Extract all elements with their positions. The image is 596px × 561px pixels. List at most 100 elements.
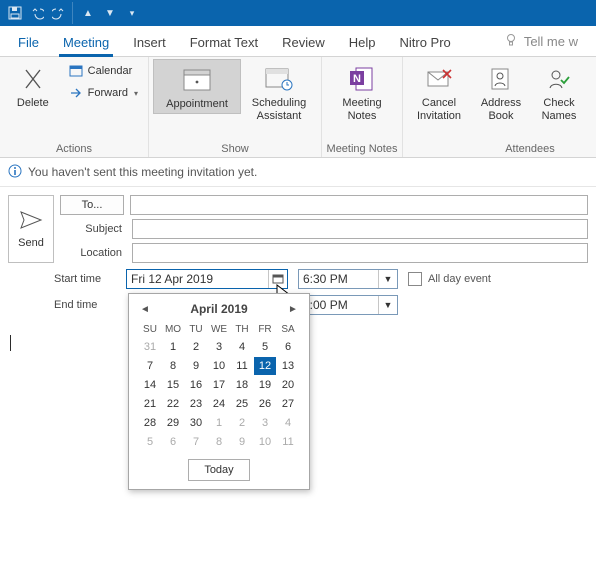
date-cell[interactable]: 3 <box>208 338 230 356</box>
start-time-dropdown-button[interactable]: ▼ <box>378 270 397 288</box>
date-cell[interactable]: 30 <box>185 414 207 432</box>
date-cell[interactable]: 14 <box>139 376 161 394</box>
scheduling-assistant-button[interactable]: Scheduling Assistant <box>241 59 317 124</box>
delete-button[interactable]: Delete <box>4 59 62 112</box>
date-cell[interactable]: 5 <box>254 338 276 356</box>
all-day-checkbox[interactable]: All day event <box>408 272 491 286</box>
date-cell[interactable]: 29 <box>162 414 184 432</box>
date-cell[interactable]: 8 <box>162 357 184 375</box>
date-cell[interactable]: 16 <box>185 376 207 394</box>
date-cell[interactable]: 7 <box>185 433 207 451</box>
check-names-label: Check Names <box>542 97 577 122</box>
date-cell[interactable]: 23 <box>185 395 207 413</box>
date-cell[interactable]: 6 <box>162 433 184 451</box>
calendar-button[interactable]: Calendar <box>64 61 142 81</box>
prev-month-button[interactable]: ◄ <box>139 304 151 315</box>
ribbon-tabs: File Meeting Insert Format Text Review H… <box>0 26 596 57</box>
end-time-label: End time <box>54 299 116 311</box>
date-cell[interactable]: 4 <box>231 338 253 356</box>
dow-header: SU <box>139 322 161 337</box>
date-cell[interactable]: 10 <box>254 433 276 451</box>
tab-help[interactable]: Help <box>339 29 386 56</box>
undo-icon[interactable] <box>26 2 48 24</box>
date-cell[interactable]: 3 <box>254 414 276 432</box>
next-month-button[interactable]: ► <box>287 304 299 315</box>
appointment-icon <box>181 64 213 96</box>
start-time-combo[interactable]: 6:30 PM ▼ <box>298 269 398 289</box>
date-cell[interactable]: 27 <box>277 395 299 413</box>
save-icon[interactable] <box>4 2 26 24</box>
dow-header: TH <box>231 322 253 337</box>
date-cell[interactable]: 17 <box>208 376 230 394</box>
location-label: Location <box>60 247 126 259</box>
date-cell[interactable]: 19 <box>254 376 276 394</box>
date-cell[interactable]: 7 <box>139 357 161 375</box>
date-cell[interactable]: 1 <box>208 414 230 432</box>
date-cell[interactable]: 24 <box>208 395 230 413</box>
start-date-combo[interactable]: Fri 12 Apr 2019 <box>126 269 288 289</box>
date-cell[interactable]: 22 <box>162 395 184 413</box>
location-field[interactable] <box>132 243 588 263</box>
date-cell[interactable]: 10 <box>208 357 230 375</box>
address-book-button[interactable]: Address Book <box>471 59 531 124</box>
date-cell[interactable]: 26 <box>254 395 276 413</box>
date-cell[interactable]: 18 <box>231 376 253 394</box>
date-cell[interactable]: 28 <box>139 414 161 432</box>
tab-review[interactable]: Review <box>272 29 335 56</box>
date-cell[interactable]: 31 <box>139 338 161 356</box>
forward-button[interactable]: Forward ▾ <box>64 83 142 103</box>
end-time-dropdown-button[interactable]: ▼ <box>378 296 397 314</box>
tell-me[interactable]: Tell me w <box>494 27 588 56</box>
next-item-icon[interactable]: ▼ <box>99 2 121 24</box>
text-cursor <box>10 335 11 351</box>
date-cell[interactable]: 1 <box>162 338 184 356</box>
check-names-button[interactable]: Check Names <box>531 59 587 124</box>
end-time-combo[interactable]: 7:00 PM ▼ <box>298 295 398 315</box>
tab-meeting[interactable]: Meeting <box>53 29 119 56</box>
date-cell[interactable]: 12 <box>254 357 276 375</box>
redo-icon[interactable] <box>48 2 70 24</box>
date-picker-title: April 2019 <box>190 302 247 316</box>
start-time-value[interactable]: 6:30 PM <box>299 271 378 287</box>
date-cell[interactable]: 9 <box>185 357 207 375</box>
tab-format-text[interactable]: Format Text <box>180 29 268 56</box>
dow-header: WE <box>208 322 230 337</box>
date-cell[interactable]: 2 <box>231 414 253 432</box>
end-time-value[interactable]: 7:00 PM <box>299 297 378 313</box>
response-options-button[interactable]: Response Options <box>587 59 596 124</box>
date-cell[interactable]: 9 <box>231 433 253 451</box>
date-cell[interactable]: 25 <box>231 395 253 413</box>
date-cell[interactable]: 2 <box>185 338 207 356</box>
to-button[interactable]: To... <box>60 195 124 215</box>
date-cell[interactable]: 6 <box>277 338 299 356</box>
delete-icon <box>17 63 49 95</box>
date-cell[interactable]: 21 <box>139 395 161 413</box>
cancel-invitation-button[interactable]: Cancel Invitation <box>407 59 471 124</box>
date-cell[interactable]: 13 <box>277 357 299 375</box>
today-button[interactable]: Today <box>188 459 250 481</box>
start-date-value[interactable]: Fri 12 Apr 2019 <box>127 271 268 287</box>
prev-item-icon[interactable]: ▲ <box>72 2 99 24</box>
date-cell[interactable]: 11 <box>277 433 299 451</box>
tab-insert[interactable]: Insert <box>123 29 176 56</box>
date-cell[interactable]: 15 <box>162 376 184 394</box>
date-cell[interactable]: 4 <box>277 414 299 432</box>
start-time-label: Start time <box>54 273 116 285</box>
forward-label: Forward <box>88 87 128 99</box>
subject-field[interactable] <box>132 219 588 239</box>
qat-customize-icon[interactable]: ▾ <box>121 2 143 24</box>
appointment-button[interactable]: Appointment <box>153 59 241 114</box>
to-field[interactable] <box>130 195 588 215</box>
start-date-picker-button[interactable] <box>268 270 287 288</box>
send-button[interactable]: Send <box>8 195 54 263</box>
body-editor[interactable] <box>10 335 121 535</box>
date-cell[interactable]: 8 <box>208 433 230 451</box>
chevron-down-icon: ▾ <box>134 89 138 98</box>
tab-file[interactable]: File <box>8 29 49 56</box>
group-label-show: Show <box>153 141 317 157</box>
date-cell[interactable]: 11 <box>231 357 253 375</box>
date-cell[interactable]: 5 <box>139 433 161 451</box>
meeting-notes-button[interactable]: N Meeting Notes <box>326 59 398 124</box>
date-cell[interactable]: 20 <box>277 376 299 394</box>
tab-nitro-pro[interactable]: Nitro Pro <box>389 29 460 56</box>
